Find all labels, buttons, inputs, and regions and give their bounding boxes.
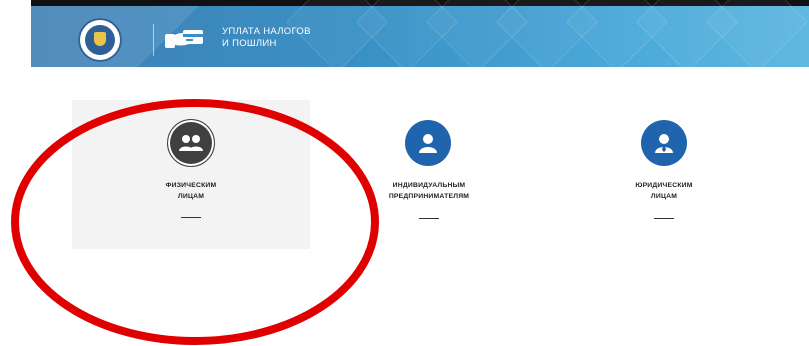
person-icon[interactable] [405,120,451,166]
title-line: УПЛАТА НАЛОГОВ [222,26,311,37]
category-label[interactable]: ИНДИВИДУАЛЬНЫМ ПРЕДПРИНИМАТЕЛЯМ [349,180,509,202]
title-line: И ПОШЛИН [222,38,277,49]
header-divider [153,24,154,56]
businessman-icon[interactable] [641,120,687,166]
fns-emblem-icon[interactable] [78,18,122,62]
header-decor [706,0,808,73]
service-title[interactable]: УПЛАТА НАЛОГОВ И ПОШЛИН [222,26,311,50]
site-header: УПЛАТА НАЛОГОВ И ПОШЛИН [31,0,809,73]
category-label[interactable]: ФИЗИЧЕСКИМ ЛИЦАМ [111,180,271,202]
people-group-icon[interactable] [167,119,215,167]
category-label-line: ЮРИДИЧЕСКИМ [635,182,693,189]
category-label-line: ИНДИВИДУАЛЬНЫМ [392,182,466,189]
category-label-line: ФИЗИЧЕСКИМ [165,182,217,189]
category-label-line: ПРЕДПРИНИМАТЕЛЯМ [388,193,470,200]
category-underline [181,217,201,218]
category-label[interactable]: ЮРИДИЧЕСКИМ ЛИЦАМ [584,180,744,202]
category-underline [419,218,439,219]
category-label-line: ЛИЦАМ [177,193,205,200]
category-underline [654,218,674,219]
category-label-line: ЛИЦАМ [650,193,678,200]
card-payment-icon [165,30,203,48]
